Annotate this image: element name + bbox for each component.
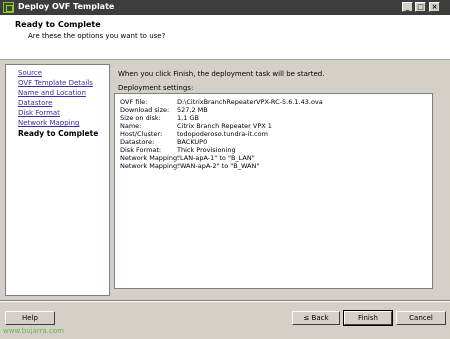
- settings-key: Size on disk:: [120, 114, 161, 122]
- nav-item-disk-format[interactable]: Disk Format: [18, 109, 60, 117]
- finish-button[interactable]: Finish: [343, 310, 393, 326]
- settings-key: Name:: [120, 122, 142, 130]
- settings-label: Deployment settings:: [118, 84, 194, 92]
- settings-value: "WAN-apA-2" to "B_WAN": [177, 162, 260, 170]
- close-button[interactable]: ×: [429, 2, 440, 12]
- back-button[interactable]: ≤ Back: [292, 311, 340, 325]
- settings-value: todopoderoso.tundra-it.com: [177, 130, 268, 138]
- settings-key: OVF file:: [120, 98, 148, 106]
- minimize-button[interactable]: _: [402, 2, 413, 12]
- settings-key: Disk Format:: [120, 146, 162, 154]
- settings-key: Network Mapping:: [120, 162, 180, 170]
- intro-text: When you click Finish, the deployment ta…: [118, 70, 325, 78]
- settings-key: Download size:: [120, 106, 170, 114]
- settings-value: 1,1 GB: [177, 114, 199, 122]
- help-button[interactable]: Help: [5, 311, 55, 325]
- watermark: www.bujarra.com: [3, 327, 64, 335]
- settings-value: 527,2 MB: [177, 106, 208, 114]
- nav-item-ready-to-complete: Ready to Complete: [18, 129, 99, 138]
- wizard-header: Ready to Complete Are these the options …: [0, 15, 450, 60]
- settings-value: "LAN-apA-1" to "B_LAN": [177, 154, 255, 162]
- maximize-button[interactable]: □: [415, 2, 426, 12]
- nav-item-network-mapping[interactable]: Network Mapping: [18, 119, 80, 127]
- ovf-app-icon: [3, 2, 14, 13]
- page-title: Ready to Complete: [15, 20, 101, 29]
- nav-item-ovf-template-details[interactable]: OVF Template Details: [18, 79, 93, 87]
- settings-key: Datastore:: [120, 138, 155, 146]
- nav-item-datastore[interactable]: Datastore: [18, 99, 52, 107]
- footer-divider: [0, 300, 450, 302]
- nav-item-name-and-location[interactable]: Name and Location: [18, 89, 86, 97]
- settings-value: Thick Provisioning: [177, 146, 236, 154]
- settings-key: Network Mapping:: [120, 154, 180, 162]
- deploy-ovf-window: Deploy OVF Template _ □ × Ready to Compl…: [0, 0, 450, 339]
- window-title: Deploy OVF Template: [18, 2, 115, 11]
- settings-box: OVF file: D:\CitrixBranchRepeaterVPX-RC-…: [114, 93, 433, 289]
- cancel-button[interactable]: Cancel: [396, 311, 446, 325]
- content-panel: When you click Finish, the deployment ta…: [113, 64, 446, 296]
- settings-value: BACKUP0: [177, 138, 208, 146]
- nav-item-source[interactable]: Source: [18, 69, 42, 77]
- title-bar[interactable]: Deploy OVF Template _ □ ×: [0, 0, 450, 15]
- settings-value: Citrix Branch Repeater VPX 1: [177, 122, 272, 130]
- settings-value: D:\CitrixBranchRepeaterVPX-RC-5.6.1.43.o…: [177, 98, 323, 106]
- settings-key: Host/Cluster:: [120, 130, 163, 138]
- wizard-steps-nav: Source OVF Template Details Name and Loc…: [5, 64, 110, 296]
- page-subtitle: Are these the options you want to use?: [28, 32, 166, 40]
